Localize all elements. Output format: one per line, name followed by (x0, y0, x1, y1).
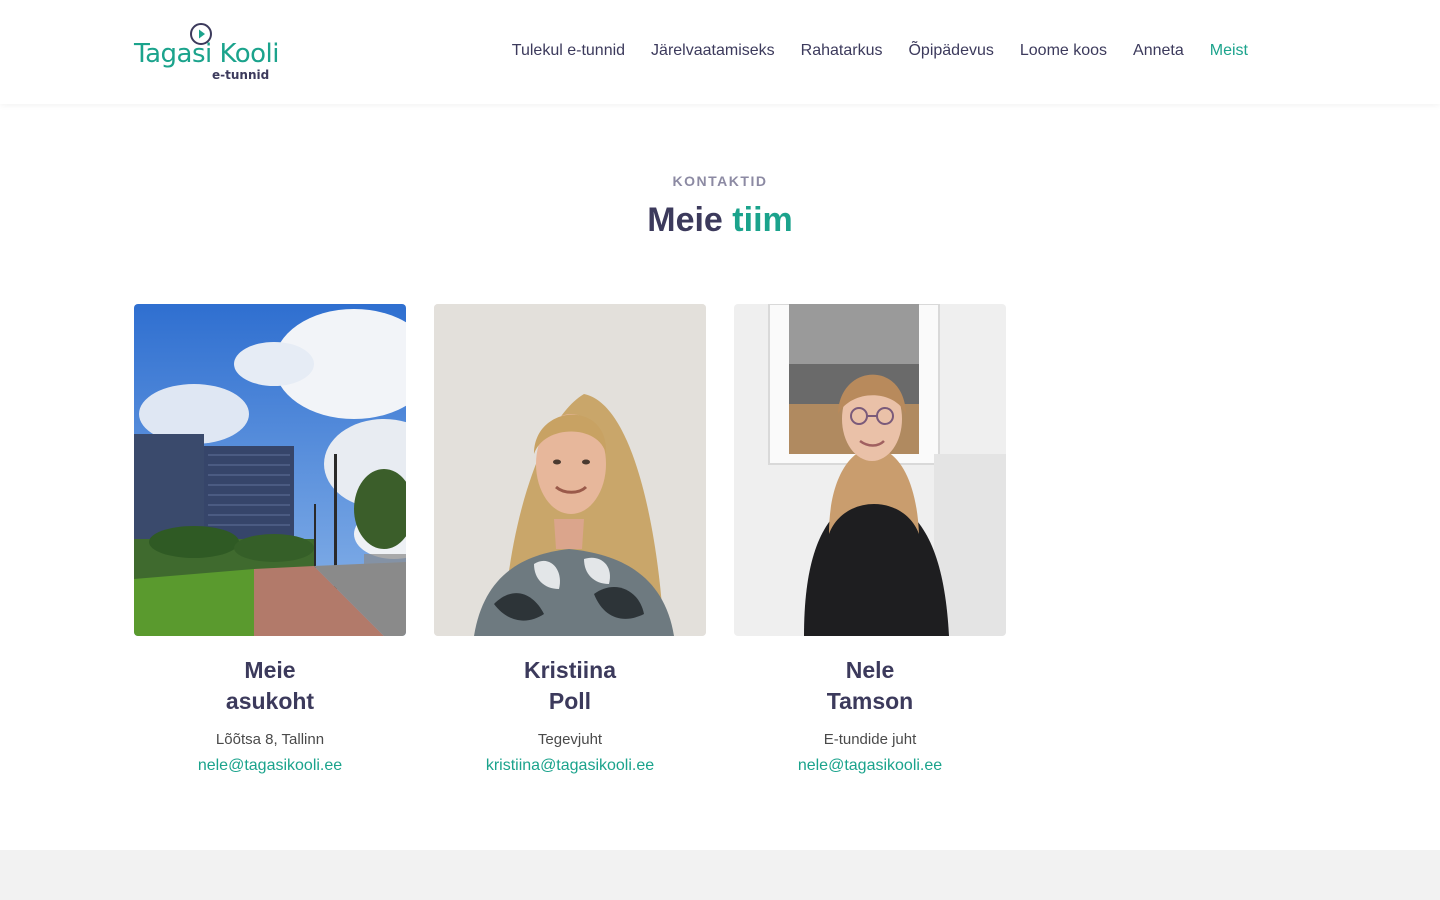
card-role: E-tundide juht (823, 731, 917, 748)
card-role: Tegevjuht (537, 731, 603, 748)
section-eyebrow: KONTAKTID (672, 173, 768, 189)
nav-item-loome-koos[interactable]: Loome koos (1020, 40, 1107, 62)
nav-item-tulekul-e-tunnid[interactable]: Tulekul e-tunnid (512, 40, 625, 62)
team-card-kristiina: Kristiina Poll Tegevjuht kristiina@tagas… (434, 304, 706, 776)
card-name: Kristiina Poll (434, 655, 706, 717)
card-name-line-1: Nele (845, 657, 895, 683)
footer-band (0, 850, 1440, 900)
card-email-link[interactable]: nele@tagasikooli.ee (798, 756, 942, 776)
section-title: Meie tiim (0, 198, 1440, 242)
nav-item-jarelvaatamiseks[interactable]: Järelvaatamiseks (651, 40, 775, 62)
card-email-link[interactable]: kristiina@tagasikooli.ee (486, 756, 654, 776)
site-logo[interactable]: Tagasi Kooli e-tunnid (134, 22, 280, 84)
location-photo (134, 304, 406, 636)
team-cards: Meie asukoht Lõõtsa 8, Tallinn nele@taga… (134, 304, 1006, 776)
card-name: Nele Tamson (734, 655, 1006, 717)
card-name-line-2: Poll (548, 688, 592, 714)
card-name-line-1: Kristiina (523, 657, 617, 683)
nav-item-meist[interactable]: Meist (1210, 40, 1248, 62)
card-name-line-1: Meie (244, 657, 296, 683)
kristiina-photo (434, 304, 706, 636)
team-card-location: Meie asukoht Lõõtsa 8, Tallinn nele@taga… (134, 304, 406, 776)
nav-item-opipadevus[interactable]: Õpipädevus (908, 40, 993, 62)
title-part-2: tiim (732, 201, 793, 239)
card-email-link[interactable]: nele@tagasikooli.ee (198, 756, 342, 776)
card-name-line-2: asukoht (225, 688, 315, 714)
nele-photo (734, 304, 1006, 636)
card-name-line-2: Tamson (826, 688, 914, 714)
logo-wordmark: Tagasi Kooli (134, 39, 280, 69)
logo-subtitle: e-tunnid (212, 68, 270, 82)
title-part-1: Meie (647, 201, 723, 239)
team-card-nele: Nele Tamson E-tundide juht nele@tagasiko… (734, 304, 1006, 776)
main-nav: Tulekul e-tunnid Järelvaatamiseks Rahata… (512, 40, 1248, 62)
card-name: Meie asukoht (134, 655, 406, 717)
card-role: Lõõtsa 8, Tallinn (215, 731, 325, 748)
site-header: Tagasi Kooli e-tunnid Tulekul e-tunnid J… (0, 0, 1440, 104)
nav-item-rahatarkus[interactable]: Rahatarkus (801, 40, 883, 62)
nav-item-anneta[interactable]: Anneta (1133, 40, 1184, 62)
